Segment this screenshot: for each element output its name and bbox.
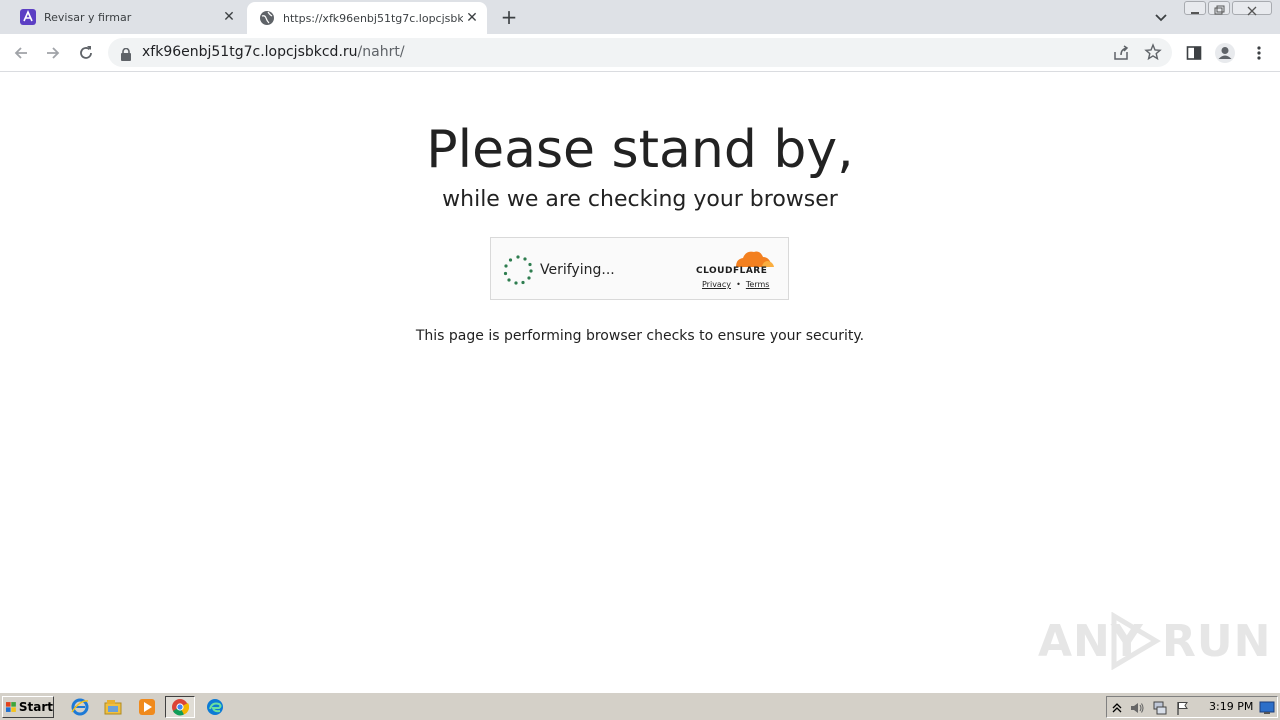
tab-revisar-y-firmar[interactable]: Revisar y firmar ✕	[8, 0, 244, 34]
close-tab-icon[interactable]: ✕	[463, 9, 481, 27]
address-bar[interactable]: xfk96enbj51tg7c.lopcjsbkcd.ru/nahrt/	[108, 38, 1172, 67]
url-path: /nahrt/	[357, 44, 405, 60]
terms-link[interactable]: Terms	[746, 280, 770, 289]
anyrun-watermark: ANY RUN	[1038, 610, 1270, 670]
edge-icon[interactable]	[205, 697, 225, 717]
media-player-icon[interactable]	[137, 697, 157, 717]
page-description: This page is performing browser checks t…	[415, 328, 865, 344]
show-hidden-icons-icon[interactable]	[1109, 700, 1125, 716]
tab-search-chevron-icon[interactable]	[1152, 8, 1170, 26]
watermark-text-right: RUN	[1162, 616, 1272, 667]
windows-taskbar: Start 3:19 PM	[0, 692, 1280, 720]
close-tab-icon[interactable]: ✕	[220, 8, 238, 26]
profile-avatar-icon[interactable]	[1214, 42, 1236, 64]
globe-icon	[259, 10, 275, 26]
page-subheadline: while we are checking your browser	[442, 187, 838, 212]
chrome-icon[interactable]	[165, 696, 195, 718]
lock-icon[interactable]	[120, 46, 132, 65]
cloudflare-challenge-widget[interactable]: Verifying... CLOUDFLARE Privacy • Terms	[490, 237, 789, 300]
file-explorer-icon[interactable]	[103, 697, 123, 717]
bookmark-star-icon[interactable]	[1144, 43, 1162, 65]
restore-button[interactable]	[1208, 1, 1230, 15]
start-label: Start	[18, 700, 53, 714]
back-arrow-icon[interactable]	[10, 42, 32, 64]
internet-explorer-icon[interactable]	[70, 697, 90, 717]
close-window-button[interactable]	[1232, 1, 1272, 16]
show-desktop-icon[interactable]	[1259, 700, 1275, 716]
forward-arrow-icon[interactable]	[42, 42, 64, 64]
tab-current-site[interactable]: https://xfk96enbj51tg7c.lopcjsbkcd. ✕	[247, 2, 487, 34]
tab-title: Revisar y firmar	[44, 10, 132, 24]
tab-strip: Revisar y firmar ✕ https://xfk96enbj51tg…	[0, 0, 1280, 34]
share-icon[interactable]	[1112, 44, 1130, 66]
new-tab-button[interactable]: +	[499, 7, 519, 27]
page-headline: Please stand by,	[426, 120, 854, 180]
minimize-button[interactable]	[1184, 1, 1206, 15]
loading-spinner-icon	[503, 255, 533, 285]
windows-flag-icon	[6, 702, 16, 712]
url-text: xfk96enbj51tg7c.lopcjsbkcd.ru/nahrt/	[142, 44, 405, 60]
cloudflare-wordmark: CLOUDFLARE	[696, 266, 768, 276]
start-button[interactable]: Start	[2, 696, 54, 718]
volume-icon[interactable]	[1129, 700, 1145, 716]
action-center-flag-icon[interactable]	[1175, 700, 1191, 716]
url-host: xfk96enbj51tg7c.lopcjsbkcd.ru	[142, 44, 358, 60]
reload-icon[interactable]	[75, 42, 97, 64]
network-icon[interactable]	[1152, 700, 1168, 716]
menu-kebab-icon[interactable]	[1248, 42, 1270, 64]
privacy-link[interactable]: Privacy	[702, 280, 731, 289]
verifying-status: Verifying...	[540, 262, 615, 278]
browser-toolbar: xfk96enbj51tg7c.lopcjsbkcd.ru/nahrt/	[0, 34, 1280, 72]
side-panel-icon[interactable]	[1183, 42, 1205, 64]
watermark-play-icon	[1111, 612, 1161, 670]
page-content: Please stand by, while we are checking y…	[0, 72, 1280, 692]
tab-title: https://xfk96enbj51tg7c.lopcjsbkcd.	[283, 11, 463, 25]
cloudflare-links: Privacy • Terms	[702, 280, 769, 289]
adobe-sign-icon	[20, 9, 36, 25]
system-tray: 3:19 PM	[1106, 696, 1278, 718]
link-separator: •	[736, 280, 741, 289]
taskbar-clock: 3:19 PM	[1209, 700, 1254, 713]
